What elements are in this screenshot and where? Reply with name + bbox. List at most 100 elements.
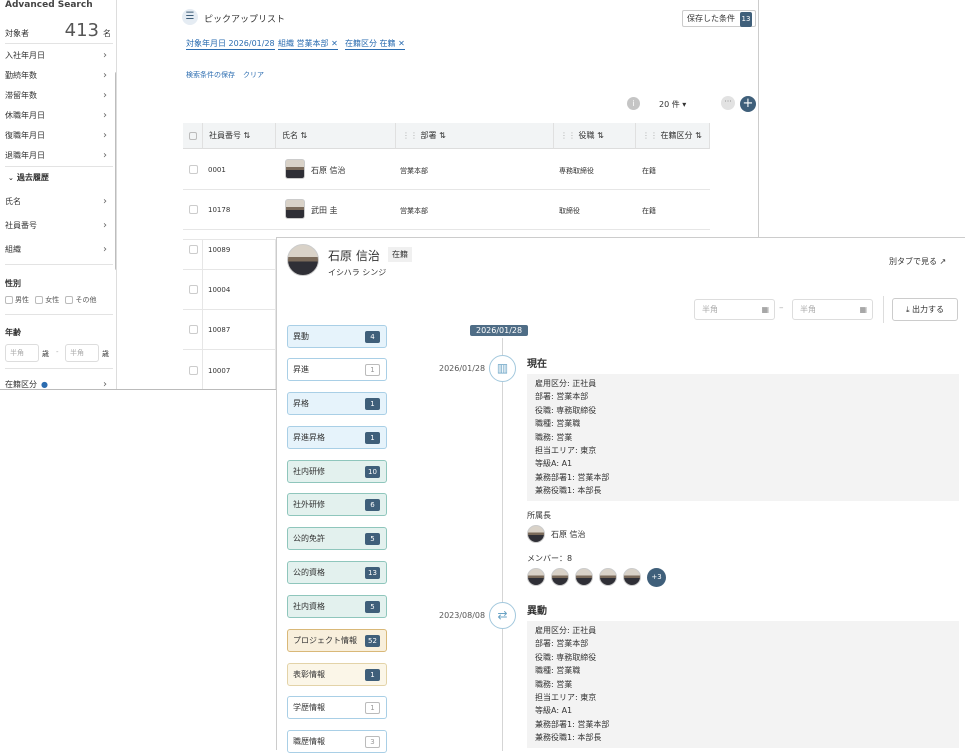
column-header-dept[interactable]: ⋮⋮ 部署 ⇅ [396, 123, 554, 149]
category-count: 52 [365, 635, 380, 647]
filter-chip-date[interactable]: 対象年月日 2026/01/28 [186, 38, 275, 50]
category-external-training[interactable]: 社外研修 6 [287, 493, 387, 516]
calendar-icon[interactable]: ▦ [859, 300, 867, 319]
chevron-right-icon: › [103, 379, 107, 390]
more-icon[interactable]: ··· [721, 96, 735, 110]
window-edge [0, 389, 276, 390]
drag-handle-icon[interactable]: ⋮⋮ [402, 131, 418, 140]
select-all-header[interactable] [183, 123, 203, 149]
saved-label: 保存した条件 [687, 14, 735, 23]
column-header-name[interactable]: 氏名 ⇅ [276, 123, 396, 149]
manager-name[interactable]: 石原 信治 [551, 529, 586, 540]
list-rows-overflow: 10089 10004 10087 10007 [183, 239, 276, 390]
cell-name[interactable]: 石原 信治 [311, 165, 346, 176]
filter-chip-org[interactable]: 組織 営業本部 ✕ [278, 38, 338, 50]
category-promotion[interactable]: 昇進 1 [287, 358, 387, 381]
divider [5, 264, 113, 265]
gender-male[interactable]: 男性 [5, 296, 29, 304]
sidebar-item-return-date[interactable]: 復職年月日 › [5, 126, 109, 146]
select-all-checkbox[interactable] [189, 131, 197, 140]
age-min-input[interactable]: 半角 [5, 344, 39, 362]
category-public-qualification[interactable]: 公的資格 13 [287, 561, 387, 584]
age-separator: - [56, 348, 59, 356]
add-icon[interactable]: + [740, 96, 756, 112]
sidebar-item-stay-years[interactable]: 滞留年数 › [5, 86, 109, 106]
category-transfer[interactable]: 異動 4 [287, 325, 387, 348]
sort-icon[interactable]: ⇅ [439, 131, 446, 140]
count-label: 対象者 [5, 29, 29, 38]
saved-conditions-button[interactable]: 保存した条件 13 [682, 10, 757, 27]
sidebar-item-leave-date[interactable]: 休職年月日 › [5, 106, 109, 126]
chevron-right-icon: › [103, 150, 107, 161]
gender-other[interactable]: その他 [65, 296, 96, 304]
export-button[interactable]: ⤓ 出力する [892, 298, 958, 321]
row-checkbox[interactable] [189, 366, 198, 375]
sort-icon[interactable]: ⇅ [695, 131, 702, 140]
member-avatar[interactable] [623, 568, 641, 586]
cell-employee-no: 10007 [208, 367, 231, 375]
member-avatar[interactable] [599, 568, 617, 586]
checkbox[interactable] [35, 296, 44, 304]
sidebar-item-label: 勤続年数 [5, 71, 37, 80]
member-avatar[interactable] [527, 568, 545, 586]
category-internal-qualification[interactable]: 社内資格 5 [287, 595, 387, 618]
row-checkbox[interactable] [189, 325, 198, 334]
date-to-input[interactable]: 半角 ▦ [792, 299, 873, 320]
info-icon[interactable]: i [627, 97, 640, 110]
member-avatar[interactable] [551, 568, 569, 586]
row-checkbox[interactable] [189, 165, 198, 174]
category-public-license[interactable]: 公的免許 5 [287, 527, 387, 550]
sidebar-item-org[interactable]: 組織 › [5, 240, 109, 260]
clear-link[interactable]: クリア [243, 70, 264, 80]
save-condition-link[interactable]: 検索条件の保存 [186, 70, 235, 80]
checkbox[interactable] [65, 296, 74, 304]
open-new-tab-link[interactable]: 別タブで見る ↗ [889, 256, 946, 267]
sidebar-item-hire-date[interactable]: 入社年月日 › [5, 46, 109, 66]
member-avatar[interactable] [575, 568, 593, 586]
sidebar-scrollbar[interactable] [115, 72, 116, 270]
drag-handle-icon[interactable]: ⋮⋮ [560, 131, 576, 140]
category-promotion-grade[interactable]: 昇進昇格 1 [287, 426, 387, 449]
age-max-input[interactable]: 半角 [65, 344, 99, 362]
category-grade-up[interactable]: 昇格 1 [287, 392, 387, 415]
cell-name[interactable]: 武田 圭 [311, 205, 338, 216]
drag-handle-icon[interactable]: ⋮⋮ [642, 131, 658, 140]
gender-female[interactable]: 女性 [35, 296, 59, 304]
sidebar-item-employee-no[interactable]: 社員番号 › [5, 216, 109, 236]
category-count: 4 [365, 331, 380, 343]
cell-title: 取締役 [559, 207, 580, 215]
sidebar-item-years-service[interactable]: 勤続年数 › [5, 66, 109, 86]
filter-chip-status[interactable]: 在籍区分 在籍 ✕ [345, 38, 405, 50]
category-education-info[interactable]: 学歴情報 1 [287, 696, 387, 719]
category-project-info[interactable]: プロジェクト情報 52 [287, 629, 387, 652]
sort-icon[interactable]: ⇅ [597, 131, 604, 140]
row-divider [183, 309, 276, 310]
row-checkbox[interactable] [189, 245, 198, 254]
gender-label: 性別 [5, 279, 21, 288]
checkbox[interactable] [5, 296, 13, 304]
sort-icon[interactable]: ⇅ [244, 131, 251, 140]
date-from-input[interactable]: 半角 ▦ [694, 299, 775, 320]
column-header-employee-no[interactable]: 社員番号 ⇅ [203, 123, 276, 149]
category-internal-training[interactable]: 社内研修 10 [287, 460, 387, 483]
column-label: 部署 [420, 131, 437, 140]
sidebar-item-status[interactable]: 在籍区分 ● › [5, 375, 109, 390]
sidebar-item-retire-date[interactable]: 退職年月日 › [5, 146, 109, 166]
row-checkbox[interactable] [189, 285, 198, 294]
history-toggle[interactable]: ⌄ 過去履歴 [5, 168, 109, 188]
page-size-select[interactable]: 20 件 ▾ [659, 99, 686, 110]
row-divider [183, 229, 710, 230]
sidebar-item-name[interactable]: 氏名 › [5, 192, 109, 212]
cell-title: 専務取締役 [559, 167, 594, 175]
sort-icon[interactable]: ⇅ [301, 131, 308, 140]
info-line: 担当エリア: 東京 [535, 446, 597, 456]
calendar-icon[interactable]: ▦ [761, 300, 769, 319]
category-award-info[interactable]: 表彰情報 1 [287, 663, 387, 686]
row-checkbox[interactable] [189, 205, 198, 214]
column-header-title[interactable]: ⋮⋮ 役職 ⇅ [554, 123, 636, 149]
column-header-status[interactable]: ⋮⋮ 在籍区分 ⇅ [636, 123, 710, 149]
chevron-right-icon: › [103, 196, 107, 207]
age-unit: 歳 [102, 350, 109, 358]
members-more-badge[interactable]: +3 [647, 568, 666, 587]
category-count: 1 [365, 702, 380, 714]
